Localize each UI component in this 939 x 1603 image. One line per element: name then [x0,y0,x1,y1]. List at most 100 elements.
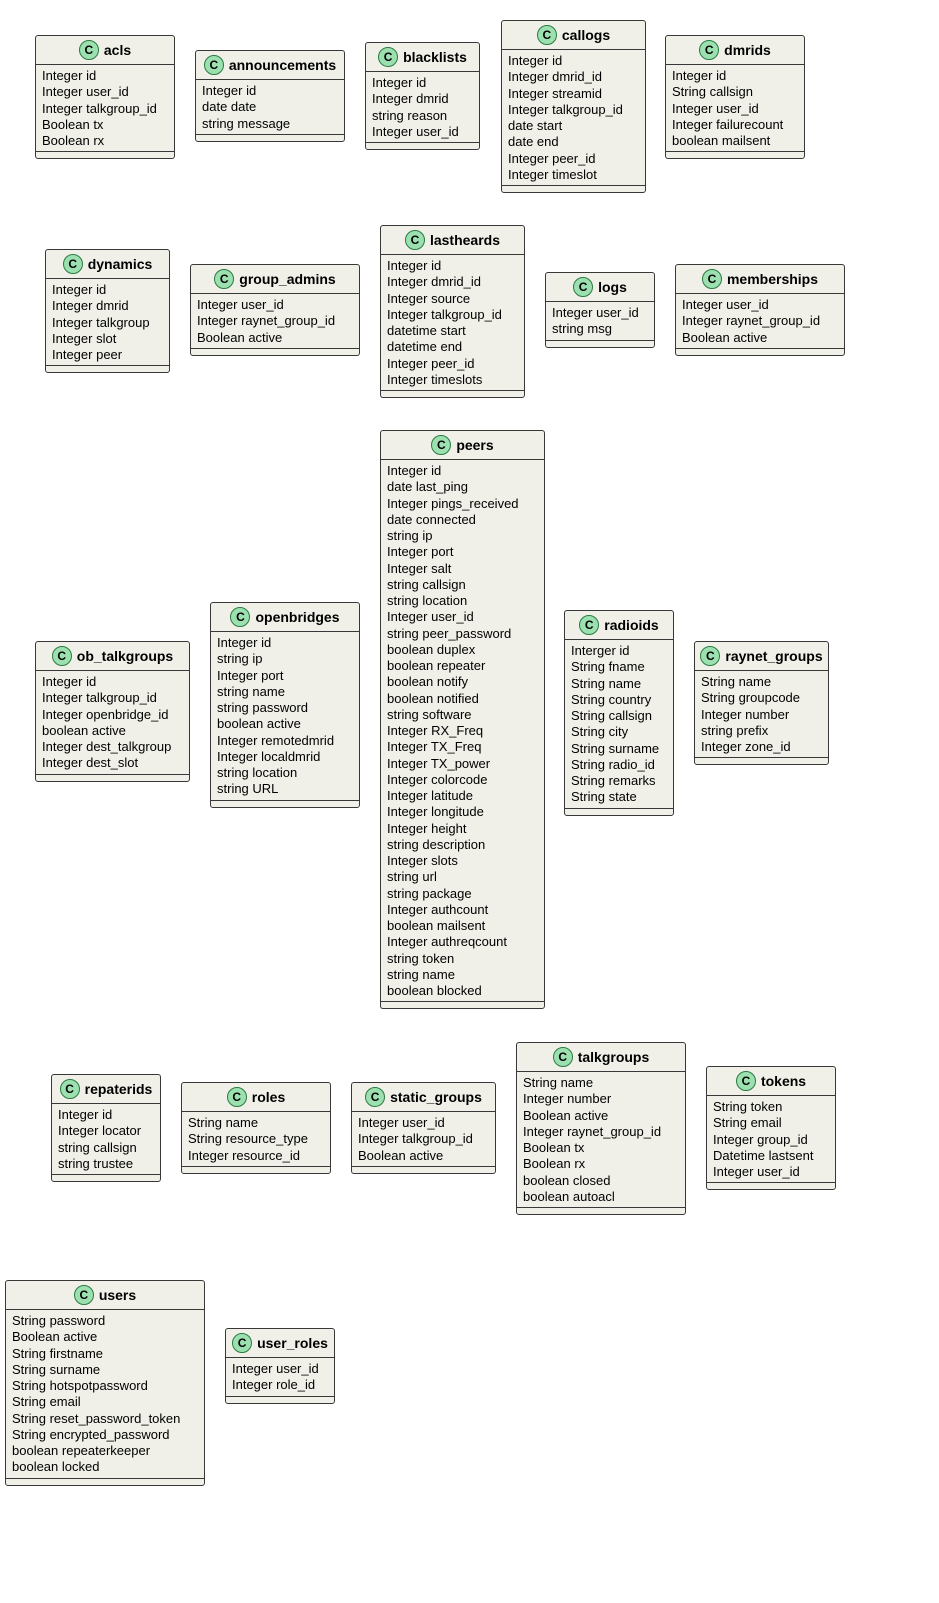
field: Boolean rx [523,1156,679,1172]
field: boolean repeater [387,658,538,674]
field: Integer resource_id [188,1148,324,1164]
field: string peer_password [387,626,538,642]
field: Integer timeslot [508,167,639,183]
class-icon: C [52,646,72,666]
field: boolean blocked [387,983,538,999]
field: date last_ping [387,479,538,495]
class-icon: C [365,1087,385,1107]
class-header-logs: Clogs [546,273,654,302]
class-icon: C [227,1087,247,1107]
class-icon: C [60,1079,80,1099]
field: string description [387,837,538,853]
class-ob_talkgroups: Cob_talkgroupsInteger idInteger talkgrou… [35,641,190,782]
field: boolean closed [523,1173,679,1189]
field: Integer dest_talkgroup [42,739,183,755]
class-fields-lastheards: Integer idInteger dmrid_idInteger source… [381,255,524,391]
field: Integer failurecount [672,117,798,133]
field: boolean mailsent [387,918,538,934]
field: Integer talkgroup_id [42,690,183,706]
field: string software [387,707,538,723]
field: Integer timeslots [387,372,518,388]
field: Integer openbridge_id [42,707,183,723]
field: Integer pings_received [387,496,538,512]
class-title: group_admins [239,271,335,287]
field: Integer id [58,1107,154,1123]
field: string ip [387,528,538,544]
field: Integer peer [52,347,163,363]
field: Integer colorcode [387,772,538,788]
field: Integer peer_id [387,356,518,372]
class-memberships: CmembershipsInteger user_idInteger rayne… [675,264,845,356]
field: Datetime lastsent [713,1148,829,1164]
field: Integer id [42,68,168,84]
field: Integer authcount [387,902,538,918]
class-lastheards: ClastheardsInteger idInteger dmrid_idInt… [380,225,525,398]
class-fields-blacklists: Integer idInteger dmridstring reasonInte… [366,72,479,143]
class-header-dynamics: Cdynamics [46,250,169,279]
field: Integer TX_Freq [387,739,538,755]
field: Integer dmrid_id [508,69,639,85]
field: date start [508,118,639,134]
class-icon: C [579,615,599,635]
field: string msg [552,321,648,337]
field: string reason [372,108,473,124]
field: datetime start [387,323,518,339]
class-fields-peers: Integer iddate last_pingInteger pings_re… [381,460,544,1002]
class-header-ob_talkgroups: Cob_talkgroups [36,642,189,671]
class-header-static_groups: Cstatic_groups [352,1083,495,1112]
field: string prefix [701,723,822,739]
field: String city [571,724,667,740]
class-header-talkgroups: Ctalkgroups [517,1043,685,1072]
class-header-raynet_groups: Craynet_groups [695,642,828,671]
class-title: acls [104,42,131,58]
field: boolean mailsent [672,133,798,149]
class-title: ob_talkgroups [77,648,173,664]
class-header-users: Cusers [6,1281,204,1310]
class-group_admins: Cgroup_adminsInteger user_idInteger rayn… [190,264,360,356]
class-title: openbridges [255,609,339,625]
class-fields-openbridges: Integer idstring ipInteger portstring na… [211,632,359,801]
class-header-group_admins: Cgroup_admins [191,265,359,294]
field: string location [217,765,353,781]
field: string callsign [58,1140,154,1156]
field: Integer user_id [232,1361,328,1377]
field: string ip [217,651,353,667]
class-header-dmrids: Cdmrids [666,36,804,65]
class-title: peers [456,437,493,453]
field: Integer id [372,75,473,91]
class-title: memberships [727,271,818,287]
class-fields-radioids: Interger idString fnameString nameString… [565,640,673,809]
field: String surname [571,741,667,757]
field: Integer raynet_group_id [197,313,353,329]
class-users: CusersString passwordBoolean activeStrin… [5,1280,205,1486]
class-footer [36,152,174,158]
field: Integer latitude [387,788,538,804]
class-footer [695,758,828,764]
field: Integer port [217,668,353,684]
class-header-peers: Cpeers [381,431,544,460]
field: string trustee [58,1156,154,1172]
field: Integer streamid [508,86,639,102]
class-icon: C [700,646,720,666]
class-acls: CaclsInteger idInteger user_idInteger ta… [35,35,175,159]
class-icon: C [553,1047,573,1067]
class-footer [36,775,189,781]
field: Integer TX_power [387,756,538,772]
field: Integer id [672,68,798,84]
field: Integer height [387,821,538,837]
class-title: radioids [604,617,658,633]
class-dynamics: CdynamicsInteger idInteger dmridInteger … [45,249,170,373]
field: String reset_password_token [12,1411,198,1427]
class-fields-tokens: String tokenString emailInteger group_id… [707,1096,835,1183]
field: Integer dest_slot [42,755,183,771]
class-footer [52,1175,160,1181]
class-fields-ob_talkgroups: Integer idInteger talkgroup_idInteger op… [36,671,189,775]
class-header-user_roles: Cuser_roles [226,1329,334,1358]
field: Integer id [387,463,538,479]
class-fields-talkgroups: String nameInteger numberBoolean activeI… [517,1072,685,1208]
class-footer [565,809,673,815]
field: Boolean active [523,1108,679,1124]
class-radioids: Cradioids Interger idString fnameString n… [564,610,674,816]
class-footer [517,1208,685,1214]
field: String email [12,1394,198,1410]
